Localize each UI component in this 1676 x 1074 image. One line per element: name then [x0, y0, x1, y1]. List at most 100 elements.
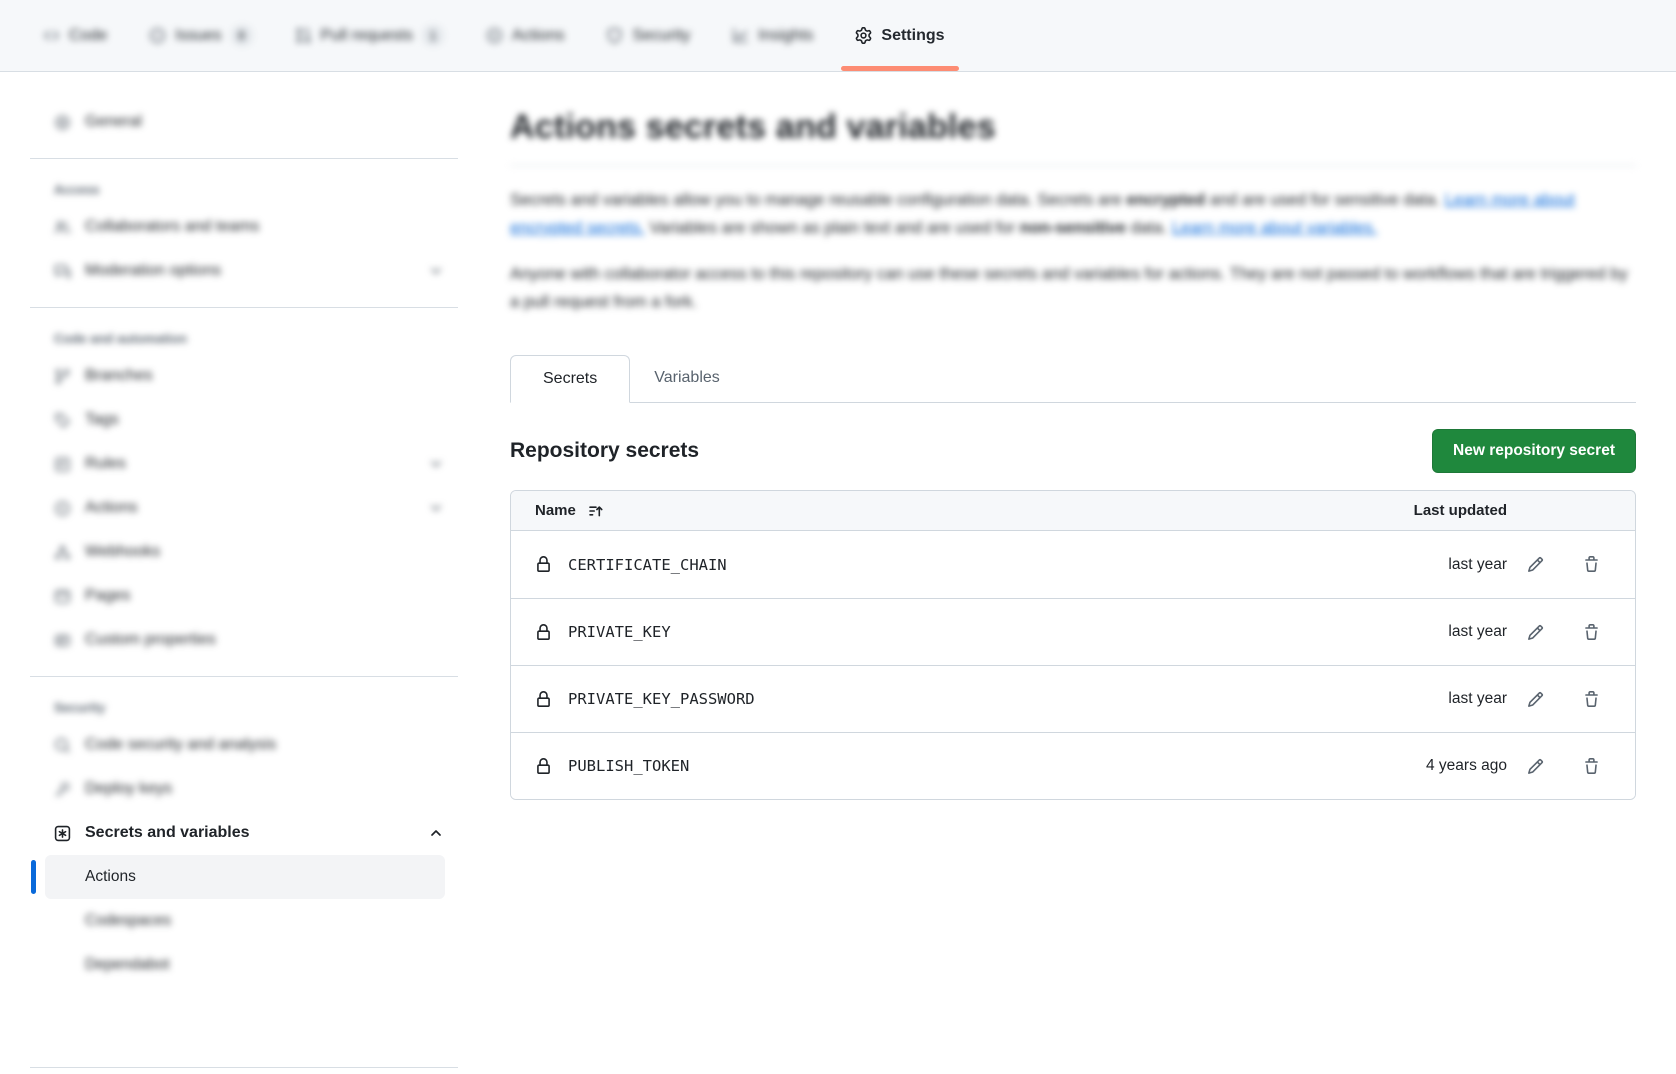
sort-ascending-icon [588, 503, 604, 519]
divider [30, 1067, 458, 1068]
intro-text: and are used for sensitive data. [1205, 191, 1444, 209]
new-repository-secret-button[interactable]: New repository secret [1432, 429, 1636, 473]
sidebar-item-label: Moderation options [85, 262, 221, 280]
edit-secret-button[interactable] [1519, 616, 1551, 648]
sidebar-item-custom-properties[interactable]: Custom properties [30, 618, 458, 662]
sidebar-item-branches[interactable]: Branches [30, 354, 458, 398]
divider [30, 158, 458, 159]
sidebar-item-label: Dependabot [85, 956, 169, 974]
divider [30, 676, 458, 677]
sidebar-section-security: Security [30, 691, 458, 723]
rules-icon [54, 456, 71, 473]
sidebar-item-code-security[interactable]: Code security and analysis [30, 723, 458, 767]
sidebar-subitem-codespaces[interactable]: Codespaces [45, 899, 445, 943]
pull-requests-count-badge: 1 [422, 25, 444, 46]
intro-text: Variables are shown as plain text and ar… [645, 219, 1020, 237]
delete-secret-button[interactable] [1575, 549, 1607, 581]
tag-icon [54, 412, 71, 429]
git-pull-request-icon [295, 27, 312, 44]
sidebar-subitem-actions[interactable]: Actions [45, 855, 445, 899]
pencil-icon [1527, 556, 1544, 573]
tab-secrets[interactable]: Secrets [510, 355, 630, 403]
sidebar-item-tags[interactable]: Tags [30, 398, 458, 442]
chevron-down-icon [428, 500, 444, 516]
sidebar-section-access: Access [30, 173, 458, 205]
intro-bold-non-sensitive: non-sensitive [1020, 219, 1126, 237]
secret-last-updated: last year [1377, 556, 1507, 574]
name-column-label: Name [535, 502, 576, 519]
tab-code[interactable]: Code [27, 0, 123, 71]
key-icon [54, 781, 71, 798]
sidebar-item-label: Tags [85, 411, 119, 429]
secret-name: PUBLISH_TOKEN [568, 757, 689, 775]
gear-icon [855, 27, 872, 44]
tab-security[interactable]: Security [590, 0, 706, 71]
link-variables[interactable]: Learn more about variables. [1172, 219, 1377, 237]
tab-actions[interactable]: Actions [470, 0, 580, 71]
pencil-icon [1527, 758, 1544, 775]
tab-label: Settings [881, 27, 944, 45]
delete-secret-button[interactable] [1575, 683, 1607, 715]
name-column-header[interactable]: Name [535, 502, 1377, 519]
sidebar-item-collaborators[interactable]: Collaborators and teams [30, 205, 458, 249]
edit-secret-button[interactable] [1519, 549, 1551, 581]
sidebar-subitem-dependabot[interactable]: Dependabot [45, 943, 445, 987]
gear-icon [54, 114, 71, 131]
tab-insights[interactable]: Insights [716, 0, 829, 71]
tab-label: Code [69, 27, 107, 45]
sidebar-item-secrets-and-variables[interactable]: Secrets and variables [30, 811, 458, 855]
sidebar-item-label: Code security and analysis [85, 736, 276, 754]
tab-label: Insights [758, 27, 813, 45]
sidebar-item-deploy-keys[interactable]: Deploy keys [30, 767, 458, 811]
chevron-down-icon [428, 456, 444, 472]
sidebar-item-rules[interactable]: Rules [30, 442, 458, 486]
delete-secret-button[interactable] [1575, 750, 1607, 782]
table-row: PUBLISH_TOKEN 4 years ago [511, 732, 1635, 799]
asterisk-box-icon [54, 825, 71, 842]
lock-icon [535, 624, 552, 641]
tab-label: Security [632, 27, 690, 45]
edit-secret-button[interactable] [1519, 750, 1551, 782]
sidebar-item-label: Pages [85, 587, 130, 605]
chevron-down-icon [428, 263, 444, 279]
secrets-variables-tabnav: Secrets Variables [510, 354, 1636, 403]
table-row: CERTIFICATE_CHAIN last year [511, 531, 1635, 598]
tab-issues[interactable]: Issues 8 [133, 0, 268, 71]
tab-label: Issues [175, 27, 221, 45]
intro-paragraph: Secrets and variables allow you to manag… [510, 186, 1636, 242]
trash-icon [1583, 624, 1600, 641]
code-icon [43, 27, 60, 44]
secret-last-updated: 4 years ago [1377, 757, 1507, 775]
sidebar-item-label: General [85, 113, 142, 131]
tab-variables[interactable]: Variables [630, 354, 744, 402]
issue-opened-icon [149, 27, 166, 44]
sidebar-item-label: Webhooks [85, 543, 160, 561]
tab-pull-requests[interactable]: Pull requests 1 [279, 0, 461, 71]
sidebar-item-webhooks[interactable]: Webhooks [30, 530, 458, 574]
lock-icon [535, 691, 552, 708]
lock-icon [535, 556, 552, 573]
last-updated-column-header: Last updated [1377, 502, 1507, 519]
comment-discussion-icon [54, 263, 71, 280]
secret-last-updated: last year [1377, 690, 1507, 708]
collaborator-note-paragraph: Anyone with collaborator access to this … [510, 260, 1636, 316]
codescan-icon [54, 737, 71, 754]
sidebar-item-label: Actions [85, 499, 137, 517]
tab-settings[interactable]: Settings [839, 0, 960, 71]
sidebar-item-actions[interactable]: Actions [30, 486, 458, 530]
sidebar-item-label: Branches [85, 367, 153, 385]
sidebar-item-general[interactable]: General [30, 100, 458, 144]
divider [30, 307, 458, 308]
sidebar-item-label: Codespaces [85, 912, 171, 930]
play-circle-icon [486, 27, 503, 44]
tab-label: Pull requests [321, 27, 414, 45]
sidebar-item-pages[interactable]: Pages [30, 574, 458, 618]
edit-secret-button[interactable] [1519, 683, 1551, 715]
sidebar-item-moderation-options[interactable]: Moderation options [30, 249, 458, 293]
pencil-icon [1527, 691, 1544, 708]
delete-secret-button[interactable] [1575, 616, 1607, 648]
settings-sidebar: General Access Collaborators and teams M… [0, 72, 490, 1074]
intro-text: Secrets and variables allow you to manag… [510, 191, 1126, 209]
sidebar-item-label: Deploy keys [85, 780, 172, 798]
graph-icon [732, 27, 749, 44]
